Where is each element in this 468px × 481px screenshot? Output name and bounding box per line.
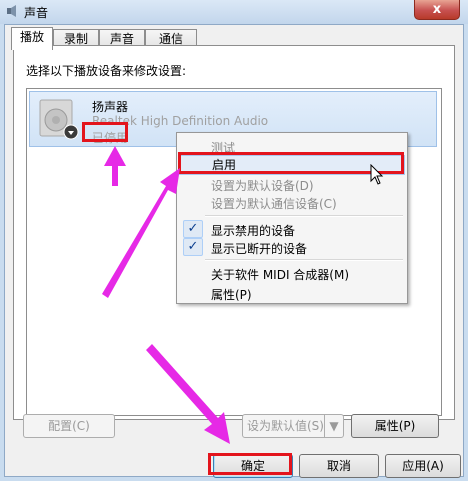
annotation-arrows <box>102 146 230 444</box>
